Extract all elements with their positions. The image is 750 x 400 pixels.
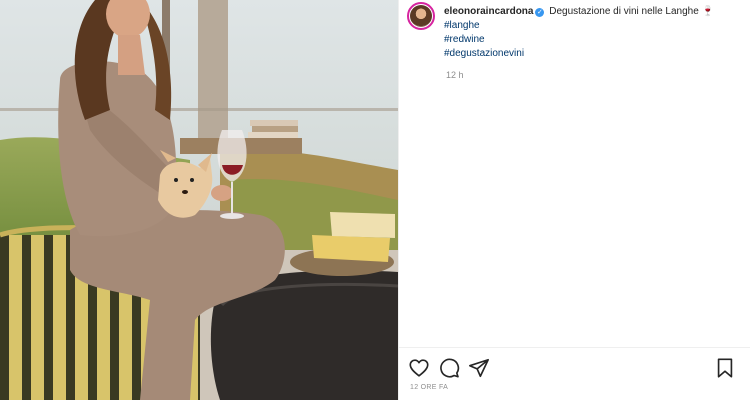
save-button[interactable]	[714, 357, 736, 379]
post-timestamp[interactable]: 12 ORE FA	[410, 384, 448, 391]
wine-glass-emoji: 🍷	[701, 6, 715, 17]
bookmark-icon	[717, 358, 733, 378]
hashtag-link-langhe[interactable]: #langhe	[444, 19, 714, 33]
caption-text: Degustazione di vini nelle Langhe	[549, 6, 699, 17]
instagram-post: eleonoraincardona ✓ Degustazione di vini …	[0, 0, 750, 400]
comment-icon	[440, 358, 460, 378]
post-photo[interactable]	[0, 0, 398, 400]
post-side-panel: eleonoraincardona ✓ Degustazione di vini …	[398, 0, 750, 400]
caption-row: eleonoraincardona ✓ Degustazione di vini …	[407, 2, 744, 61]
caption-time[interactable]: 12 h	[446, 70, 464, 80]
hashtag-link-redwine[interactable]: #redwine	[444, 33, 714, 47]
verified-badge-icon: ✓	[535, 8, 545, 17]
comment-button[interactable]	[438, 357, 460, 379]
share-button[interactable]	[468, 357, 490, 379]
avatar[interactable]	[407, 2, 435, 30]
divider	[399, 347, 750, 348]
avatar-image	[410, 5, 432, 27]
username-link[interactable]: eleonoraincardona	[444, 6, 533, 17]
paper-plane-icon	[469, 358, 489, 378]
hashtag-link-degustazionevini[interactable]: #degustazionevini	[444, 47, 714, 61]
like-button[interactable]	[408, 357, 430, 379]
post-image	[0, 0, 398, 400]
action-bar	[408, 357, 736, 381]
caption: eleonoraincardona ✓ Degustazione di vini …	[444, 5, 714, 61]
heart-icon	[409, 359, 429, 377]
